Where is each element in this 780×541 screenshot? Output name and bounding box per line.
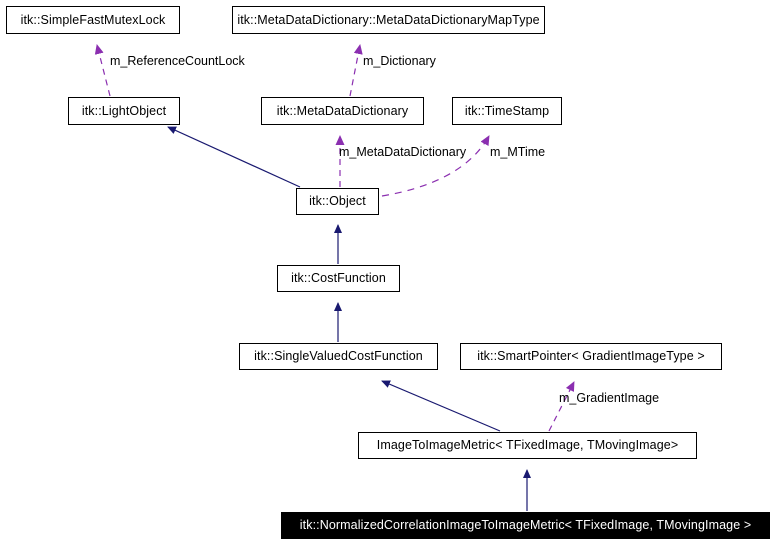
edge-label-m-reference-count-lock: m_ReferenceCountLock: [110, 54, 245, 68]
node-single-valued-cost-function[interactable]: itk::SingleValuedCostFunction: [239, 343, 438, 370]
edge-metadata-dictionary-to-map-type: [349, 44, 363, 97]
edge-label-m-dictionary: m_Dictionary: [363, 54, 436, 68]
node-image-to-image-metric[interactable]: ImageToImageMetric< TFixedImage, TMoving…: [358, 432, 697, 459]
node-simple-fast-mutex-lock[interactable]: itk::SimpleFastMutexLock: [6, 6, 180, 34]
edge-metric-to-single-valued: [381, 380, 501, 432]
edge-label-m-mtime: m_MTime: [490, 145, 546, 159]
edge-light-object-to-mutex-lock: [94, 44, 111, 97]
node-object[interactable]: itk::Object: [296, 188, 379, 215]
node-smart-pointer-gradient-image-type[interactable]: itk::SmartPointer< GradientImageType >: [460, 343, 722, 370]
node-cost-function[interactable]: itk::CostFunction: [277, 265, 400, 292]
node-time-stamp[interactable]: itk::TimeStamp: [452, 97, 562, 125]
edge-object-to-light-object: [167, 126, 301, 188]
node-metadata-dictionary-map-type[interactable]: itk::MetaDataDictionary::MetaDataDiction…: [232, 6, 545, 34]
node-normalized-correlation-image-to-image-metric[interactable]: itk::NormalizedCorrelationImageToImageMe…: [281, 512, 770, 539]
uml-class-diagram: itk::SimpleFastMutexLock itk::MetaDataDi…: [0, 0, 780, 541]
edge-label-m-metadata-dictionary: m_MetaDataDictionary: [339, 145, 467, 159]
node-metadata-dictionary[interactable]: itk::MetaDataDictionary: [261, 97, 424, 125]
edge-label-m-gradient-image: m_GradientImage: [559, 391, 660, 405]
edge-metric-to-smart-pointer: [548, 381, 575, 432]
node-light-object[interactable]: itk::LightObject: [68, 97, 180, 125]
